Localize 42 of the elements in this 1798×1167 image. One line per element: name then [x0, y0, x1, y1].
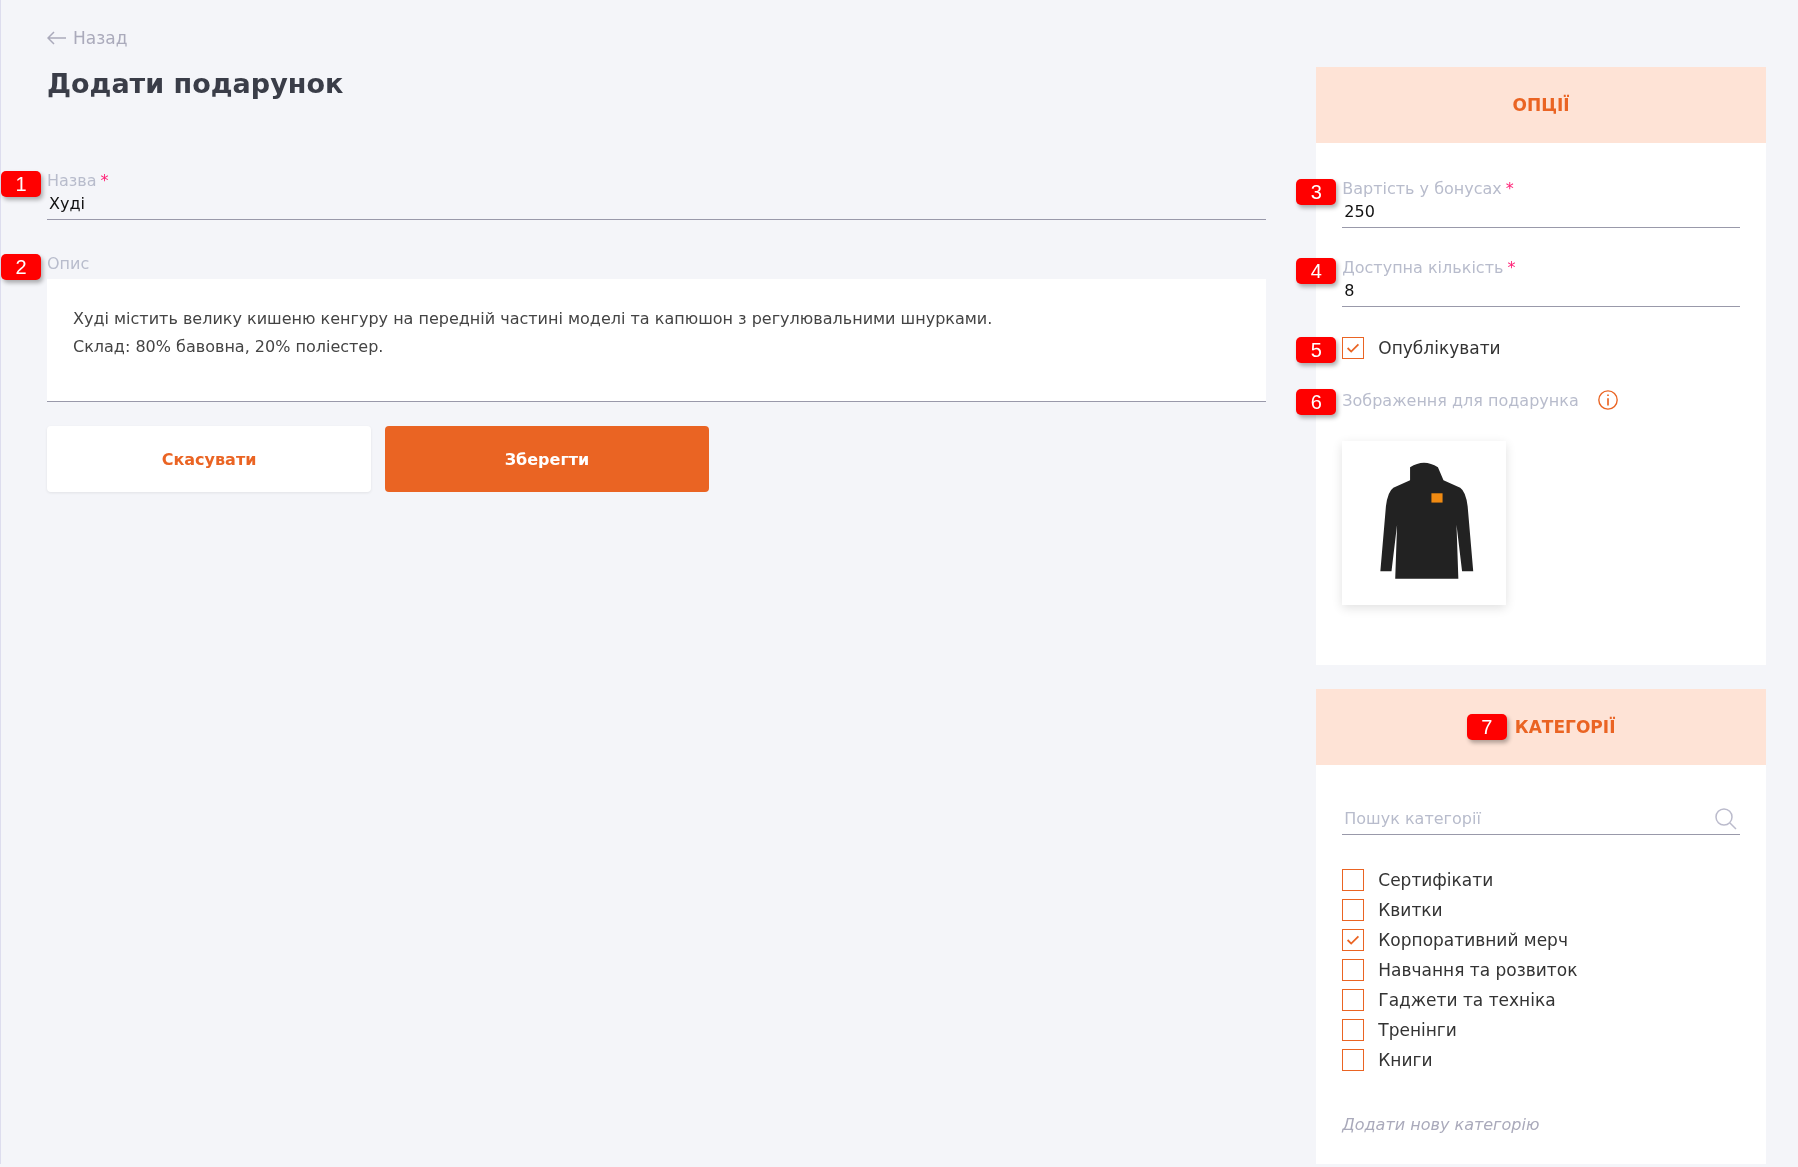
field-label: Зображення для подарунка [1342, 390, 1579, 410]
annotation-marker: 5 [1296, 337, 1337, 363]
annotation-marker: 4 [1296, 258, 1337, 284]
category-label: Тренінги [1378, 1020, 1457, 1040]
annotation-marker: 1 [1, 171, 41, 197]
panel-title: КАТЕГОРІЇ [1514, 717, 1616, 737]
checkbox[interactable] [1342, 959, 1365, 981]
checkbox[interactable] [1342, 899, 1365, 921]
checkbox[interactable] [1342, 989, 1365, 1011]
search-field[interactable]: Пошук категорії [1344, 805, 1714, 832]
info-icon[interactable] [1596, 389, 1619, 411]
checkbox[interactable] [1342, 337, 1365, 359]
search-icon[interactable] [1714, 806, 1738, 831]
category-label: Гаджети та техніка [1378, 990, 1556, 1010]
back-arrow-icon [47, 31, 67, 45]
required-mark: * [1505, 179, 1514, 198]
description-textarea[interactable]: Худі містить велику кишеню кенгуру на передній частині моделі та капюшон з регулювальними шнурками. Склад: 80% бавовна, 20% поліестер. [47, 279, 1267, 402]
field-label: Вартість у бонусах [1342, 179, 1502, 198]
checkbox[interactable] [1342, 869, 1365, 891]
checkbox[interactable] [1342, 1019, 1365, 1041]
input-field[interactable]: 8 [1342, 277, 1740, 307]
input-field[interactable]: 250 [1342, 198, 1740, 228]
checkbox[interactable] [1342, 929, 1365, 951]
field-label: Назва [47, 171, 97, 190]
annotation-marker: 7 [1466, 714, 1507, 740]
field-label: Опис [47, 254, 91, 273]
checkbox[interactable] [1342, 1049, 1365, 1071]
category-label: Квитки [1378, 900, 1443, 920]
category-label: Навчання та розвиток [1378, 960, 1578, 980]
required-mark: * [1507, 258, 1516, 277]
input-field[interactable]: Худі [47, 190, 1267, 220]
field-label: Доступна кількість [1342, 258, 1504, 277]
checkbox-label: Опублікувати [1378, 338, 1501, 358]
required-mark: * [100, 171, 109, 190]
panel-title: ОПЦІЇ [1512, 95, 1570, 115]
annotation-marker: 3 [1296, 179, 1337, 205]
category-label: Сертифікати [1378, 870, 1494, 890]
annotation-marker: 6 [1296, 389, 1337, 415]
category-label: Корпоративний мерч [1378, 930, 1568, 950]
page-title: Додати подарунок [47, 68, 345, 99]
category-label: Книги [1378, 1050, 1433, 1070]
annotation-marker: 2 [1, 254, 41, 280]
